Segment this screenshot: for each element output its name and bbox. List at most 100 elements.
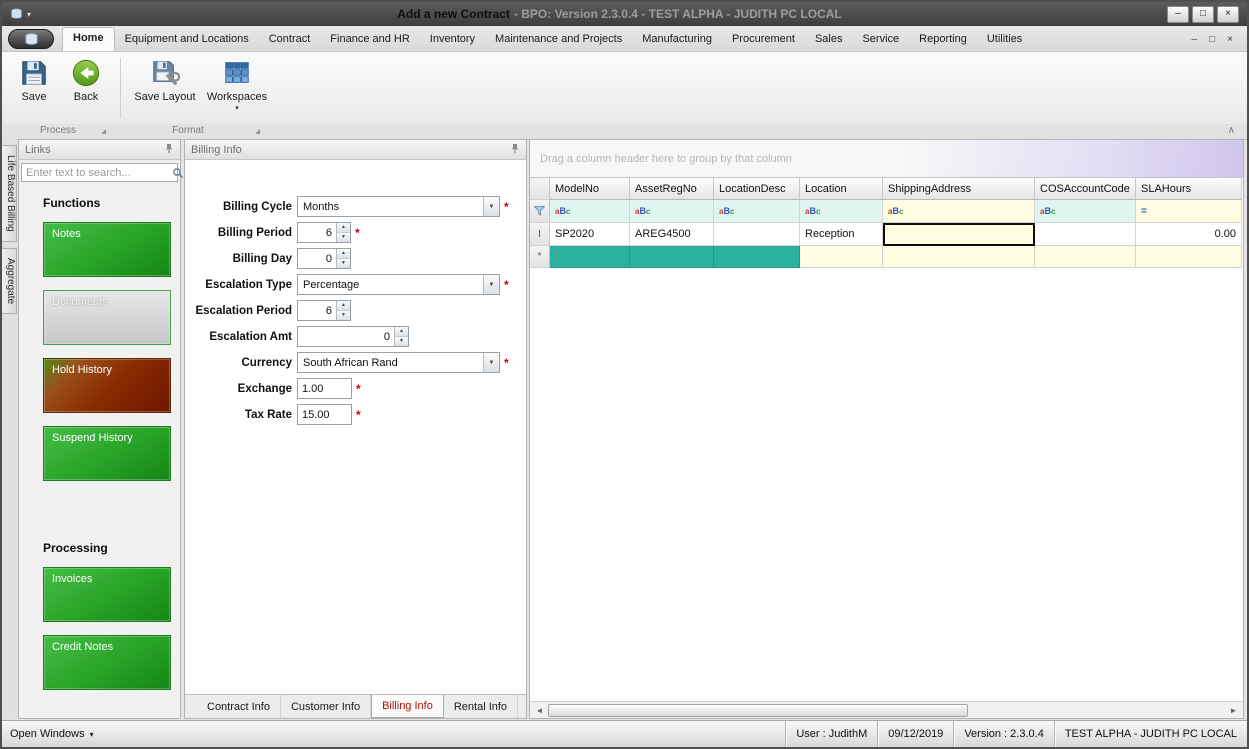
spin-down-button[interactable]: ▼	[395, 336, 408, 346]
new-cell-locationdesc[interactable]	[714, 246, 800, 268]
save-button[interactable]: Save	[8, 56, 60, 124]
new-cell-modelno[interactable]	[550, 246, 630, 268]
chevron-down-icon[interactable]: ▾	[27, 10, 31, 19]
scroll-left-button[interactable]: ◄	[531, 706, 548, 715]
suspend-history-tile[interactable]: Suspend History	[43, 426, 171, 481]
new-cell-cosaccountcode[interactable]	[1035, 246, 1136, 268]
spin-down-button[interactable]: ▼	[337, 232, 350, 242]
column-header-location[interactable]: Location	[800, 178, 883, 200]
cell-locationdesc[interactable]	[714, 223, 800, 246]
tab-rental-info[interactable]: Rental Info	[444, 695, 519, 718]
cell-cosaccountcode[interactable]	[1035, 223, 1136, 246]
escalation-period-spinner[interactable]: 6 ▲ ▼	[297, 300, 351, 321]
group-by-panel[interactable]: Drag a column header here to group by th…	[530, 140, 1243, 178]
quick-access-toolbar[interactable]: ▾	[2, 8, 72, 20]
search-input[interactable]	[22, 166, 172, 179]
invoices-tile[interactable]: Invoices	[43, 567, 171, 622]
mdi-close-button[interactable]: ×	[1227, 34, 1233, 45]
close-button[interactable]: ×	[1217, 5, 1239, 23]
tab-manufacturing[interactable]: Manufacturing	[632, 29, 722, 51]
scrollbar-thumb[interactable]	[548, 703, 968, 717]
mdi-minimize-button[interactable]: –	[1192, 34, 1198, 45]
spin-up-button[interactable]: ▲	[337, 223, 350, 232]
filter-cell-assetregno[interactable]: aBc	[630, 200, 714, 223]
tab-billing-info[interactable]: Billing Info	[371, 695, 444, 718]
dock-tab-life-based-billing[interactable]: Life Based Billing	[2, 145, 17, 242]
column-header-assetregno[interactable]: AssetRegNo	[630, 178, 714, 200]
tab-reporting[interactable]: Reporting	[909, 29, 977, 51]
column-header-slahours[interactable]: SLAHours	[1136, 178, 1242, 200]
pin-icon[interactable]	[510, 143, 520, 157]
cell-assetregno[interactable]: AREG4500	[630, 223, 714, 246]
documents-tile[interactable]: Documents	[43, 290, 171, 345]
filter-cell-locationdesc[interactable]: aBc	[714, 200, 800, 223]
save-layout-button[interactable]: Save Layout	[129, 56, 201, 124]
new-cell-shippingaddress[interactable]	[883, 246, 1035, 268]
notes-tile[interactable]: Notes	[43, 222, 171, 277]
tab-inventory[interactable]: Inventory	[420, 29, 485, 51]
ribbon-collapse-icon[interactable]: ∧	[1228, 125, 1235, 136]
column-header-cosaccountcode[interactable]: COSAccountCode	[1035, 178, 1136, 200]
spin-down-button[interactable]: ▼	[337, 310, 350, 320]
filter-cell-shippingaddress[interactable]: aBc	[883, 200, 1035, 223]
dropdown-button[interactable]: ▼	[483, 197, 499, 216]
tab-home[interactable]: Home	[62, 27, 115, 51]
tab-maintenance-and-projects[interactable]: Maintenance and Projects	[485, 29, 632, 51]
tab-sales[interactable]: Sales	[805, 29, 853, 51]
back-button[interactable]: Back	[60, 56, 112, 124]
application-button[interactable]	[8, 29, 54, 49]
dropdown-button[interactable]: ▼	[483, 353, 499, 372]
tab-utilities[interactable]: Utilities	[977, 29, 1032, 51]
billing-period-spinner[interactable]: 6 ▲ ▼	[297, 222, 351, 243]
cell-shippingaddress-selected[interactable]	[883, 223, 1035, 246]
new-cell-location[interactable]	[800, 246, 883, 268]
escalation-amt-spinner[interactable]: 0 ▲ ▼	[297, 326, 409, 347]
tax-rate-field[interactable]: 15.00	[297, 404, 352, 425]
spin-up-button[interactable]: ▲	[337, 301, 350, 310]
mdi-restore-button[interactable]: □	[1209, 34, 1215, 45]
tab-equipment-and-locations[interactable]: Equipment and Locations	[115, 29, 259, 51]
credit-notes-tile[interactable]: Credit Notes	[43, 635, 171, 690]
horizontal-scrollbar[interactable]: ◄ ►	[530, 701, 1243, 718]
column-header-shippingaddress[interactable]: ShippingAddress	[883, 178, 1035, 200]
dropdown-button[interactable]: ▼	[483, 275, 499, 294]
open-windows-button[interactable]: Open Windows ▾	[2, 728, 94, 740]
billing-cycle-combobox[interactable]: Months ▼	[297, 196, 500, 217]
scroll-right-button[interactable]: ►	[1225, 706, 1242, 715]
filter-cell-modelno[interactable]: aBc	[550, 200, 630, 223]
spin-up-button[interactable]: ▲	[337, 249, 350, 258]
dock-tab-aggregate[interactable]: Aggregate	[2, 247, 17, 314]
spin-down-button[interactable]: ▼	[337, 258, 350, 268]
minimize-button[interactable]: –	[1167, 5, 1189, 23]
currency-combobox[interactable]: South African Rand ▼	[297, 352, 500, 373]
dialog-launcher-icon[interactable]: ◢	[255, 128, 260, 135]
tab-service[interactable]: Service	[852, 29, 909, 51]
escalation-period-label: Escalation Period	[195, 304, 292, 317]
tab-finance-and-hr[interactable]: Finance and HR	[320, 29, 420, 51]
exchange-field[interactable]: 1.00	[297, 378, 352, 399]
hold-history-tile[interactable]: Hold History	[43, 358, 171, 413]
filter-cell-cosaccountcode[interactable]: aBc	[1035, 200, 1136, 223]
maximize-button[interactable]: □	[1192, 5, 1214, 23]
escalation-type-combobox[interactable]: Percentage ▼	[297, 274, 500, 295]
tab-contract[interactable]: Contract	[259, 29, 321, 51]
status-bar-info: User : JudithM 09/12/2019 Version : 2.3.…	[785, 721, 1247, 747]
billing-day-spinner[interactable]: 0 ▲ ▼	[297, 248, 351, 269]
workspaces-button[interactable]: Workspaces ▾	[201, 56, 273, 124]
tab-contract-info[interactable]: Contract Info	[197, 695, 281, 718]
dialog-launcher-icon[interactable]: ◢	[101, 128, 106, 135]
cell-slahours[interactable]: 0.00	[1136, 223, 1242, 246]
column-header-modelno[interactable]: ModelNo	[550, 178, 630, 200]
tab-procurement[interactable]: Procurement	[722, 29, 805, 51]
new-cell-slahours[interactable]	[1136, 246, 1242, 268]
billing-bottom-tabs: Contract Info Customer Info Billing Info…	[185, 694, 526, 718]
cell-modelno[interactable]: SP2020	[550, 223, 630, 246]
tab-customer-info[interactable]: Customer Info	[281, 695, 372, 718]
column-header-locationdesc[interactable]: LocationDesc	[714, 178, 800, 200]
cell-location[interactable]: Reception	[800, 223, 883, 246]
pin-icon[interactable]	[164, 143, 174, 157]
filter-cell-slahours[interactable]: =	[1136, 200, 1242, 223]
filter-cell-location[interactable]: aBc	[800, 200, 883, 223]
new-cell-assetregno[interactable]	[630, 246, 714, 268]
spin-up-button[interactable]: ▲	[395, 327, 408, 336]
